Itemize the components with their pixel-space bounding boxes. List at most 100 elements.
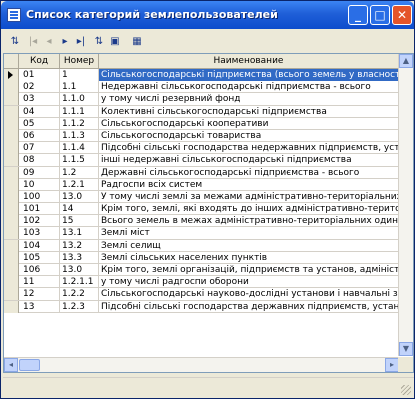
sort-icon[interactable]: ⇅ bbox=[7, 34, 23, 50]
cell-nomer[interactable]: 1.2.1.1 bbox=[60, 276, 99, 289]
cell-nomer[interactable]: 1.2.2 bbox=[60, 288, 99, 301]
row-indicator[interactable] bbox=[4, 190, 19, 203]
cell-kod[interactable]: 11 bbox=[19, 276, 60, 289]
cell-kod[interactable]: 106 bbox=[19, 264, 60, 276]
cell-name[interactable]: Сільськогосподарські науково-дослідні ус… bbox=[99, 288, 399, 301]
row-indicator[interactable] bbox=[4, 105, 19, 118]
cell-kod[interactable]: 08 bbox=[19, 154, 60, 167]
cell-name[interactable]: інші недержавні сільськогосподарські під… bbox=[99, 154, 399, 167]
row-indicator[interactable] bbox=[4, 117, 19, 130]
prev-record-icon[interactable]: ◂ bbox=[41, 34, 57, 50]
table-row[interactable]: 10 1.2.1 Радгоспи всіх систем bbox=[4, 178, 399, 191]
data-grid[interactable]: Код Номер Наименование 01 1 Сільськогоспод… bbox=[3, 53, 414, 373]
row-indicator[interactable] bbox=[4, 178, 19, 191]
table-row[interactable]: 04 1.1.1 Колективні сільськогосподарські п… bbox=[4, 105, 399, 118]
cell-nomer[interactable]: 1.2.3 bbox=[60, 300, 99, 313]
horizontal-scrollbar[interactable]: ◂ ▸ bbox=[4, 357, 399, 372]
cell-nomer[interactable]: 1 bbox=[60, 69, 99, 81]
cell-kod[interactable]: 09 bbox=[19, 166, 60, 179]
cell-nomer[interactable]: 1.2 bbox=[60, 166, 99, 179]
cell-name[interactable]: Всього земель в межах адміністративно-те… bbox=[99, 215, 399, 228]
cell-name[interactable]: у тому числі резервний фонд bbox=[99, 93, 399, 106]
cell-nomer[interactable]: 13.0 bbox=[60, 190, 99, 203]
row-indicator[interactable] bbox=[4, 142, 19, 155]
cell-nomer[interactable]: 13.3 bbox=[60, 251, 99, 264]
cell-kod[interactable]: 103 bbox=[19, 227, 60, 240]
cell-kod[interactable]: 02 bbox=[19, 81, 60, 94]
cell-kod[interactable]: 10 bbox=[19, 178, 60, 191]
table-row[interactable]: 105 13.3 Землі сільських населених пунктів bbox=[4, 251, 399, 264]
last-record-icon[interactable]: ▸| bbox=[73, 34, 89, 50]
cell-name[interactable]: Радгоспи всіх систем bbox=[99, 178, 399, 191]
cell-kod[interactable]: 01 bbox=[19, 69, 60, 81]
table-row[interactable]: 08 1.1.5 інші недержавні сільськогосподарс… bbox=[4, 154, 399, 167]
cell-kod[interactable]: 102 bbox=[19, 215, 60, 228]
table-row[interactable]: 09 1.2 Державні сільськогосподарські підпр… bbox=[4, 166, 399, 179]
cell-kod[interactable]: 100 bbox=[19, 190, 60, 203]
cell-name[interactable]: Сільськогосподарські товариства bbox=[99, 129, 399, 142]
row-indicator[interactable] bbox=[4, 203, 19, 216]
table-row[interactable]: 100 13.0 У тому числі землі за межами адмі… bbox=[4, 190, 399, 204]
row-indicator[interactable] bbox=[4, 129, 19, 142]
table-row[interactable]: 03 1.1.0 у тому числі резервний фонд bbox=[4, 93, 399, 106]
table-row[interactable]: 02 1.1 Недержавні сільськогосподарські під… bbox=[4, 81, 399, 94]
cell-name[interactable]: Підсобні сільські господарства державних… bbox=[99, 300, 399, 313]
table-row[interactable]: 106 13.0 Крім того, землі організацій, під… bbox=[4, 264, 399, 277]
cell-kod[interactable]: 04 bbox=[19, 105, 60, 118]
cell-kod[interactable]: 13 bbox=[19, 300, 60, 313]
column-header-nomer[interactable]: Номер bbox=[60, 54, 99, 68]
print-icon[interactable]: ▦ bbox=[129, 34, 145, 50]
row-indicator[interactable] bbox=[4, 264, 19, 276]
table-row[interactable]: 06 1.1.3 Сільськогосподарські товариства bbox=[4, 129, 399, 143]
cell-name[interactable]: У тому числі землі за межами адміністрат… bbox=[99, 190, 399, 203]
cell-kod[interactable]: 101 bbox=[19, 203, 60, 216]
cell-nomer[interactable]: 1.2.1 bbox=[60, 178, 99, 191]
cell-nomer[interactable]: 1.1.3 bbox=[60, 129, 99, 142]
row-indicator[interactable] bbox=[4, 154, 19, 167]
maximize-button[interactable]: □ bbox=[370, 5, 390, 25]
cell-kod[interactable]: 05 bbox=[19, 117, 60, 130]
cell-nomer[interactable]: 13.1 bbox=[60, 227, 99, 240]
table-row[interactable]: 11 1.2.1.1 у тому числі радгоспи оборони bbox=[4, 276, 399, 289]
cell-kod[interactable]: 06 bbox=[19, 129, 60, 142]
table-row[interactable]: 101 14 Крім того, землі, які входять до ін… bbox=[4, 203, 399, 216]
column-header-kod[interactable]: Код bbox=[19, 54, 60, 68]
cell-nomer[interactable]: 14 bbox=[60, 203, 99, 216]
row-indicator[interactable] bbox=[4, 300, 19, 313]
table-row[interactable]: 12 1.2.2 Сільськогосподарські науково-досл… bbox=[4, 288, 399, 301]
row-indicator[interactable] bbox=[4, 81, 19, 94]
cell-name[interactable]: Землі сільських населених пунктів bbox=[99, 251, 399, 264]
horizontal-scroll-thumb[interactable] bbox=[19, 359, 40, 371]
cell-kod[interactable]: 105 bbox=[19, 251, 60, 264]
cell-name[interactable]: Недержавні сільськогосподарські підприєм… bbox=[99, 81, 399, 94]
resize-grip-icon[interactable] bbox=[401, 385, 411, 395]
row-indicator[interactable] bbox=[4, 251, 19, 264]
row-indicator[interactable] bbox=[4, 276, 19, 289]
table-row[interactable]: 07 1.1.4 Підсобні сільські господарства не… bbox=[4, 142, 399, 155]
cell-nomer[interactable]: 1.1.5 bbox=[60, 154, 99, 167]
cell-name[interactable]: Державні сільськогосподарські підприємст… bbox=[99, 166, 399, 179]
row-indicator[interactable] bbox=[4, 215, 19, 228]
export-icon[interactable]: ▣ bbox=[107, 34, 123, 50]
title-bar[interactable]: Список категорий землепользователей _ □ … bbox=[1, 1, 414, 29]
cell-nomer[interactable]: 15 bbox=[60, 215, 99, 228]
first-record-icon[interactable]: |◂ bbox=[25, 34, 41, 50]
cell-kod[interactable]: 12 bbox=[19, 288, 60, 301]
cell-name[interactable]: Сільськогосподарські кооперативи bbox=[99, 117, 399, 130]
table-row[interactable]: 103 13.1 Землі міст bbox=[4, 227, 399, 240]
cell-kod[interactable]: 07 bbox=[19, 142, 60, 155]
cell-nomer[interactable]: 1.1.4 bbox=[60, 142, 99, 155]
table-row[interactable]: 104 13.2 Землі селищ bbox=[4, 239, 399, 252]
row-indicator[interactable] bbox=[4, 227, 19, 240]
cell-name[interactable]: Землі міст bbox=[99, 227, 399, 240]
row-indicator[interactable] bbox=[4, 93, 19, 106]
cell-kod[interactable]: 104 bbox=[19, 239, 60, 252]
row-indicator[interactable] bbox=[4, 69, 19, 81]
cell-kod[interactable]: 03 bbox=[19, 93, 60, 106]
cell-nomer[interactable]: 13.2 bbox=[60, 239, 99, 252]
table-row[interactable]: 13 1.2.3 Підсобні сільські господарства де… bbox=[4, 300, 399, 313]
column-header-name[interactable]: Наименование bbox=[99, 54, 399, 68]
cell-nomer[interactable]: 13.0 bbox=[60, 264, 99, 276]
cell-nomer[interactable]: 1.1.1 bbox=[60, 105, 99, 118]
next-record-icon[interactable]: ▸ bbox=[57, 34, 73, 50]
